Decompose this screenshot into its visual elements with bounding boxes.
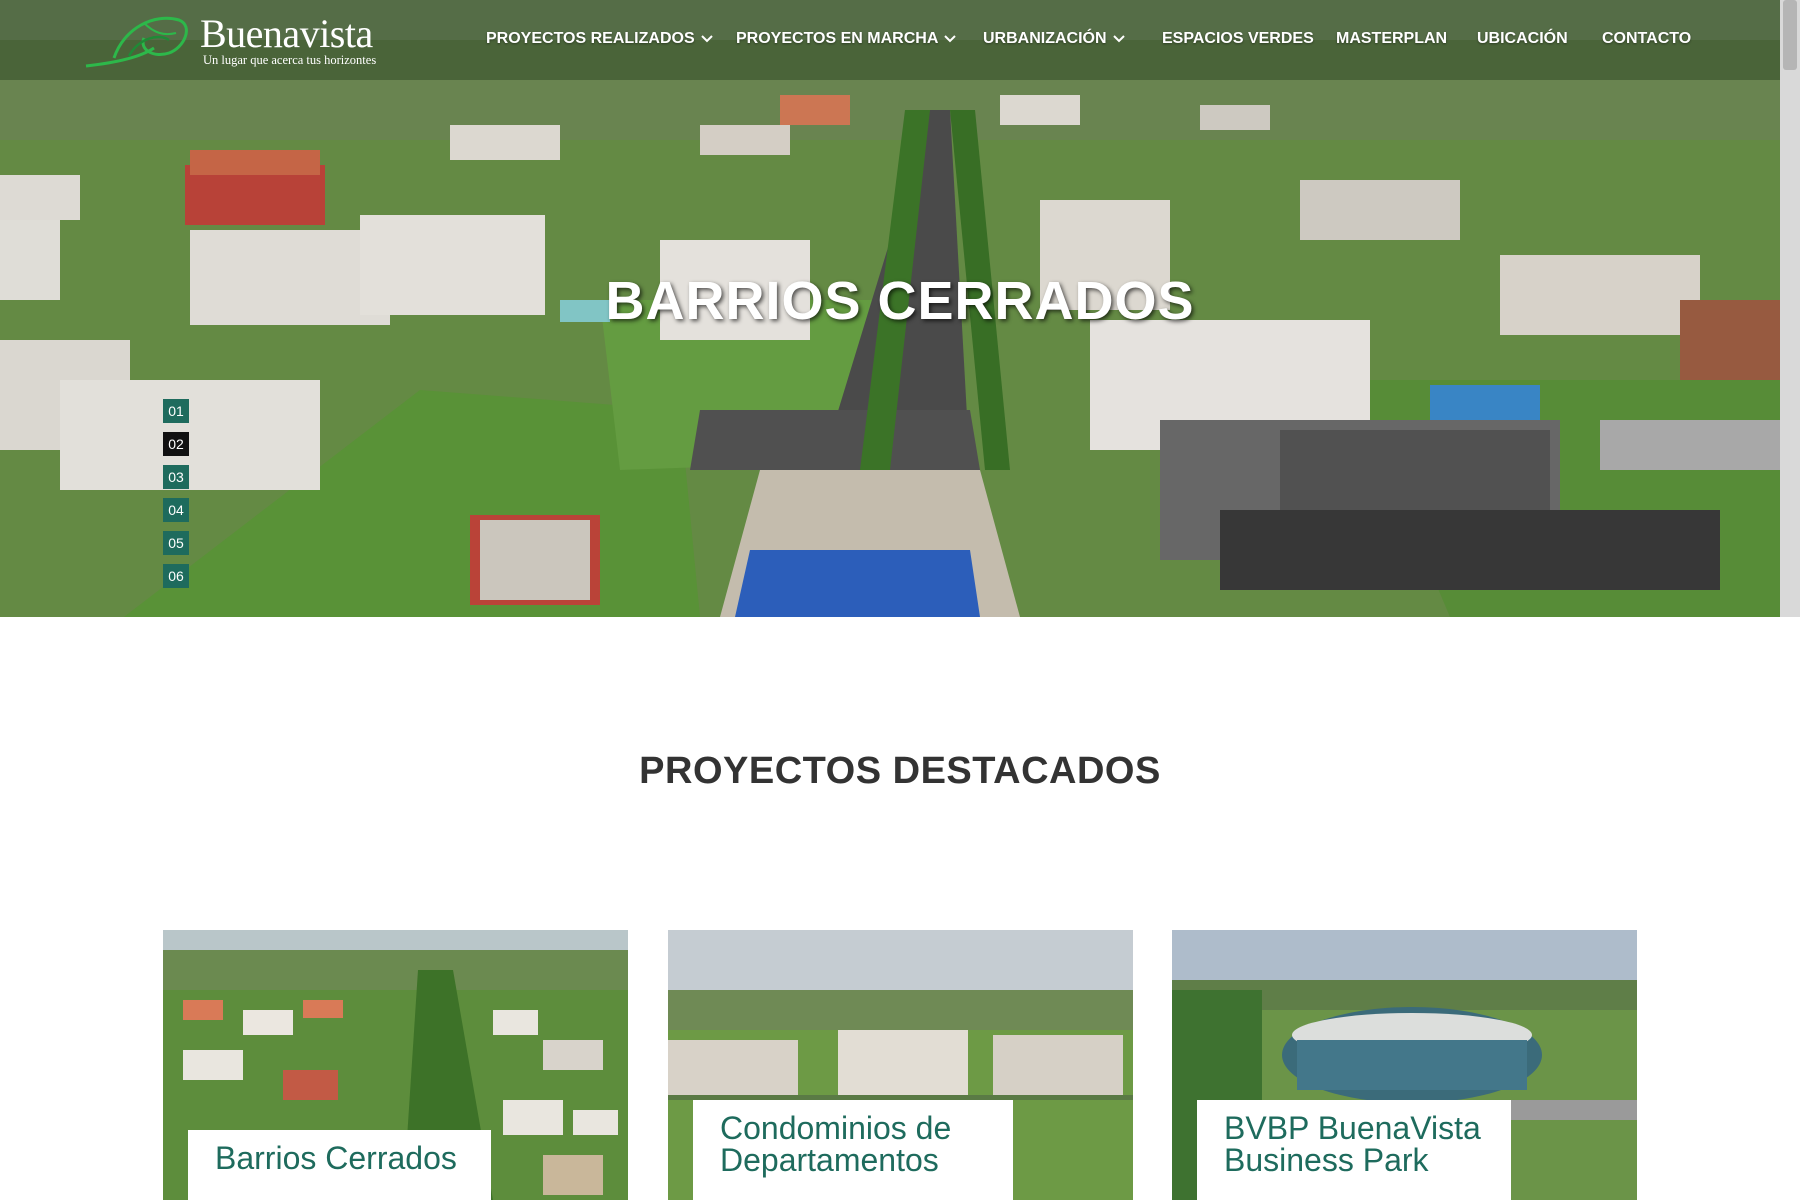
nav-masterplan[interactable]: MASTERPLAN: [1336, 30, 1447, 48]
slide-button-02[interactable]: 02: [163, 432, 189, 456]
nav-proyectos-en-marcha[interactable]: PROYECTOS EN MARCHA: [736, 30, 957, 48]
nav-item-label: CONTACTO: [1602, 30, 1692, 47]
project-card-title-line1: Condominios de: [720, 1110, 952, 1146]
project-card-barrios-cerrados[interactable]: Barrios Cerrados: [163, 930, 628, 1200]
hero-title: BARRIOS CERRADOS: [605, 271, 1195, 331]
project-card-label: Condominios de Departamentos: [693, 1100, 1013, 1200]
nav-ubicacion[interactable]: UBICACIÓN: [1477, 30, 1568, 48]
project-card-title-line2: Departamentos: [720, 1142, 939, 1178]
nav-item-label: URBANIZACIÓN: [983, 30, 1107, 47]
nav-item-label: PROYECTOS REALIZADOS: [486, 30, 695, 47]
chevron-down-icon: [1112, 35, 1125, 43]
nav-item-label: ESPACIOS VERDES: [1162, 30, 1314, 47]
nav-item-label: UBICACIÓN: [1477, 30, 1568, 47]
slide-button-04[interactable]: 04: [163, 498, 189, 522]
project-card-business-park[interactable]: BVBP BuenaVista Business Park: [1172, 930, 1637, 1200]
featured-section-title: PROYECTOS DESTACADOS: [639, 750, 1161, 792]
nav-urbanizacion[interactable]: URBANIZACIÓN: [983, 30, 1125, 48]
project-card-condominios[interactable]: Condominios de Departamentos: [668, 930, 1133, 1200]
project-card-label: Barrios Cerrados: [188, 1130, 491, 1200]
brand-tagline: Un lugar que acerca tus horizontes: [203, 53, 377, 67]
chevron-down-icon: [944, 35, 957, 43]
chevron-down-icon: [700, 35, 713, 43]
slide-button-03[interactable]: 03: [163, 465, 189, 489]
project-card-title: Barrios Cerrados: [215, 1140, 457, 1176]
nav-item-label: PROYECTOS EN MARCHA: [736, 30, 939, 47]
main-nav: PROYECTOS REALIZADOS PROYECTOS EN MARCHA…: [0, 30, 1800, 54]
slide-button-01[interactable]: 01: [163, 399, 189, 423]
nav-proyectos-realizados[interactable]: PROYECTOS REALIZADOS: [486, 30, 713, 48]
nav-item-label: MASTERPLAN: [1336, 30, 1448, 47]
slide-button-06[interactable]: 06: [163, 564, 189, 588]
hero-banner: Buenavista Un lugar que acerca tus horiz…: [0, 0, 1800, 617]
project-card-title-line2: Business Park: [1224, 1142, 1429, 1178]
nav-espacios-verdes[interactable]: ESPACIOS VERDES: [1162, 30, 1314, 48]
slide-button-05[interactable]: 05: [163, 531, 189, 555]
project-card-title-line1: BVBP BuenaVista: [1224, 1110, 1481, 1146]
project-card-label: BVBP BuenaVista Business Park: [1197, 1100, 1511, 1200]
nav-contacto[interactable]: CONTACTO: [1602, 30, 1691, 48]
